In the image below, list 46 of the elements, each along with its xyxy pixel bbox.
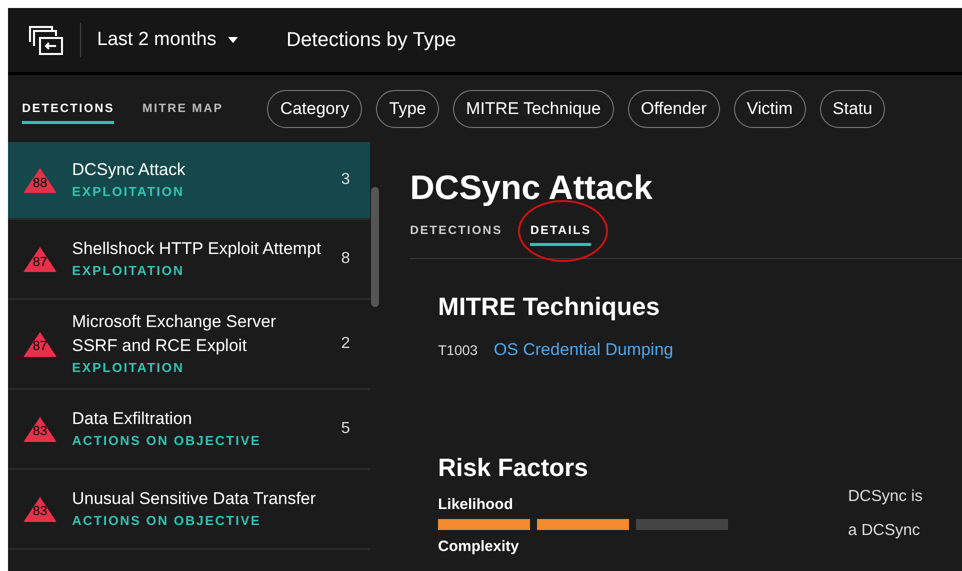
risk-badge: 87 <box>22 330 58 358</box>
filter-chip[interactable]: Type <box>376 90 440 128</box>
detection-category: EXPLOITATION <box>72 183 186 202</box>
technique-link[interactable]: OS Credential Dumping <box>494 336 674 362</box>
detection-count: 8 <box>341 249 350 269</box>
section-heading: Risk Factors <box>438 453 590 484</box>
detection-name: Shellshock HTTP Exploit Attempt <box>72 238 322 260</box>
page-title: Detections by Type <box>286 28 456 53</box>
description-text: DCSync is <box>848 487 923 507</box>
detail-title: DCSync Attack <box>410 168 654 208</box>
detection-item[interactable]: 83 Data Exfiltration ACTIONS ON OBJECTIVE 5 <box>8 390 370 470</box>
detection-category: ACTIONS ON OBJECTIVE <box>72 432 262 450</box>
filter-chip[interactable]: Victim <box>734 90 806 128</box>
filter-chip[interactable]: Category <box>267 90 362 128</box>
scrollbar-thumb[interactable] <box>371 187 379 307</box>
risk-badge: 87 <box>22 245 58 273</box>
filter-chip[interactable]: Offender <box>628 90 720 128</box>
risk-badge: 83 <box>22 414 58 442</box>
detection-name: Unusual Sensitive Data Transfer <box>72 488 317 510</box>
caret-icon <box>228 37 238 43</box>
detail-tab[interactable]: DETECTIONS <box>410 221 502 246</box>
detail-tab[interactable]: DETAILS <box>530 221 592 246</box>
time-range-dropdown[interactable]: Last 2 months <box>97 26 238 54</box>
detection-item[interactable]: 88 DCSync Attack EXPLOITATION 3 <box>8 142 370 220</box>
risk-factor-label: Complexity <box>438 538 520 556</box>
detection-count: 5 <box>341 418 350 438</box>
detection-item[interactable]: 83 Unusual Sensitive Data Transfer ACTIONS ON OBJECTIVE <box>8 470 370 550</box>
filter-chip[interactable]: MITRE Technique <box>453 90 614 128</box>
window-arrow-icon[interactable] <box>28 24 64 56</box>
detection-category: EXPLOITATION <box>72 262 186 280</box>
risk-badge: 88 <box>22 166 58 194</box>
risk-factor-label: Likelihood <box>438 496 514 514</box>
detection-name: Microsoft Exchange Server SSRF and RCE Exploit <box>72 311 278 357</box>
detection-name: DCSync Attack <box>72 159 186 182</box>
nav-tab[interactable]: MITRE MAP <box>142 93 224 124</box>
risk-badge: 83 <box>22 494 58 522</box>
detection-count: 3 <box>341 170 350 190</box>
technique-id: T1003 <box>438 340 478 360</box>
detection-count: 2 <box>341 334 350 354</box>
nav-tab[interactable]: DETECTIONS <box>22 93 114 124</box>
description-text: a DCSync <box>848 521 922 541</box>
detection-name: Data Exfiltration <box>72 408 193 430</box>
filter-chip[interactable]: Statu <box>820 90 886 128</box>
section-heading: MITRE Techniques <box>438 292 661 323</box>
detection-category: ACTIONS ON OBJECTIVE <box>72 512 262 530</box>
detection-category: EXPLOITATION <box>72 359 186 377</box>
